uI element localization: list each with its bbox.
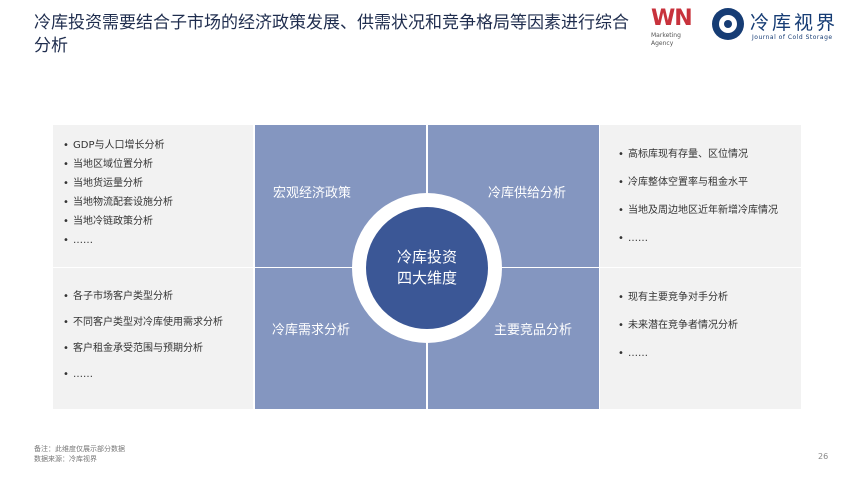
cold-storage-logo: 冷库视界 Journal of Cold Storage — [712, 6, 842, 44]
list-item: 高标库现有存量、区位情况 — [616, 141, 801, 169]
page-title: 冷库投资需要结合子市场的经济政策发展、供需状况和竞争格局等因素进行综合分析 — [34, 13, 629, 56]
list-item: 当地区域位置分析 — [61, 155, 253, 174]
macro-policy-panel: GDP与人口增长分析 当地区域位置分析 当地货运量分析 当地物流配套设施分析 当… — [53, 125, 253, 267]
cold-storage-logo-icon — [712, 8, 744, 40]
supply-analysis-panel: 高标库现有存量、区位情况 冷库整体空置率与租金水平 当地及周边地区近年新增冷库情… — [600, 125, 801, 267]
wn-logo: WN Marketing Agency — [651, 6, 701, 48]
quadrant-label: 主要竞品分析 — [494, 323, 573, 338]
quadrant-label: 宏观经济政策 — [273, 186, 352, 201]
page-number: 26 — [818, 452, 829, 461]
cold-storage-logo-english: Journal of Cold Storage — [752, 34, 833, 41]
footnote-remark: 备注：此维度仅展示部分数据 — [34, 445, 125, 453]
list-item: GDP与人口增长分析 — [61, 136, 253, 155]
demand-analysis-panel: 各子市场客户类型分析 不同客户类型对冷库使用需求分析 客户租金承受范围与预期分析… — [53, 268, 253, 409]
list-item: 冷库整体空置率与租金水平 — [616, 169, 801, 197]
wn-logo-mark: WN — [651, 6, 693, 31]
list-item: 当地物流配套设施分析 — [61, 193, 253, 212]
list-item: 不同客户类型对冷库使用需求分析 — [61, 310, 253, 336]
list-item: 当地及周边地区近年新增冷库情况 — [616, 197, 801, 225]
wn-logo-subtitle: Marketing Agency — [651, 32, 681, 47]
list-item: …… — [61, 231, 253, 250]
quadrant-label: 冷库供给分析 — [488, 186, 567, 201]
list-item: 未来潜在竞争者情况分析 — [616, 312, 801, 340]
list-item: 客户租金承受范围与预期分析 — [61, 336, 253, 362]
competitor-analysis-panel: 现有主要竞争对手分析 未来潜在竞争者情况分析 …… — [600, 268, 801, 409]
list-item: 当地货运量分析 — [61, 174, 253, 193]
list-item: …… — [616, 340, 801, 368]
footnote-source: 数据来源：冷库视界 — [34, 455, 97, 463]
cold-storage-logo-name: 冷库视界 — [750, 12, 839, 34]
list-item: 现有主要竞争对手分析 — [616, 284, 801, 312]
list-item: 当地冷链政策分析 — [61, 212, 253, 231]
list-item: 各子市场客户类型分析 — [61, 284, 253, 310]
center-label-line1: 冷库投资 — [396, 248, 457, 266]
center-circle: 冷库投资 四大维度 — [366, 207, 488, 329]
list-item: …… — [616, 225, 801, 253]
footnotes: 备注：此维度仅展示部分数据 数据来源：冷库视界 — [34, 444, 125, 464]
center-label-line2: 四大维度 — [396, 269, 457, 287]
quadrant-label: 冷库需求分析 — [272, 323, 351, 338]
list-item: …… — [61, 362, 253, 388]
